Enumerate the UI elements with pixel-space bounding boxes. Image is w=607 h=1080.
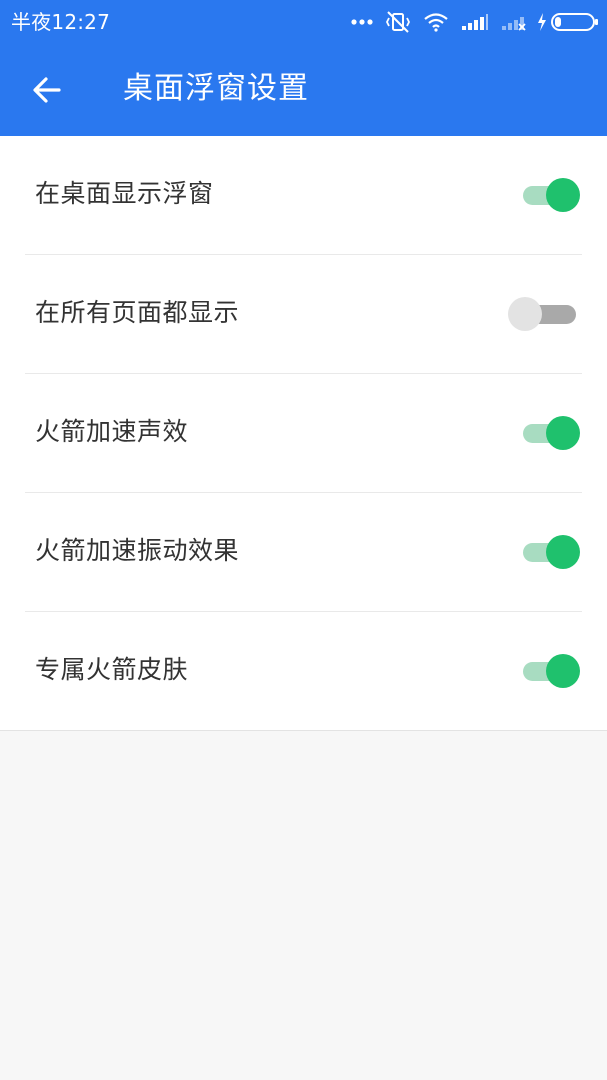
- setting-label: 在所有页面都显示: [35, 298, 240, 327]
- setting-label: 火箭加速声效: [35, 417, 189, 446]
- battery-icon: [551, 12, 599, 32]
- toggle-switch[interactable]: [522, 654, 582, 688]
- setting-row-rocket-sound[interactable]: 火箭加速声效: [25, 374, 582, 493]
- settings-list: 在桌面显示浮窗 在所有页面都显示 火箭加速声效 火箭加速振动效果 专属火箭皮肤: [0, 136, 607, 731]
- toggle-thumb: [546, 654, 580, 688]
- setting-row-rocket-vibration[interactable]: 火箭加速振动效果: [25, 493, 582, 612]
- signal-no-sim-icon: [501, 13, 529, 31]
- setting-row-rocket-skin[interactable]: 专属火箭皮肤: [25, 612, 582, 730]
- toggle-switch[interactable]: [522, 178, 582, 212]
- setting-row-show-floating-window[interactable]: 在桌面显示浮窗: [25, 136, 582, 255]
- back-button[interactable]: [22, 68, 72, 112]
- more-dots-icon: [351, 18, 373, 26]
- status-bar: 半夜12:27: [0, 0, 607, 44]
- charging-icon: [537, 13, 547, 31]
- page-title: 桌面浮窗设置: [123, 71, 309, 106]
- setting-label: 火箭加速振动效果: [35, 536, 240, 565]
- vibrate-off-icon: [385, 10, 411, 34]
- toggle-thumb: [508, 297, 542, 331]
- toggle-switch[interactable]: [522, 416, 582, 450]
- app-bar: 桌面浮窗设置: [0, 44, 607, 136]
- toggle-switch[interactable]: [522, 535, 582, 569]
- status-time: 半夜12:27: [11, 10, 111, 34]
- toggle-thumb: [546, 178, 580, 212]
- toggle-switch[interactable]: [508, 297, 578, 331]
- setting-row-show-on-all-pages[interactable]: 在所有页面都显示: [25, 255, 582, 374]
- signal-icon: [461, 13, 489, 31]
- wifi-icon: [423, 12, 449, 32]
- status-icons: [339, 8, 599, 36]
- setting-label: 专属火箭皮肤: [35, 655, 189, 684]
- toggle-thumb: [546, 535, 580, 569]
- arrow-left-icon: [33, 77, 61, 103]
- toggle-thumb: [546, 416, 580, 450]
- setting-label: 在桌面显示浮窗: [35, 179, 214, 208]
